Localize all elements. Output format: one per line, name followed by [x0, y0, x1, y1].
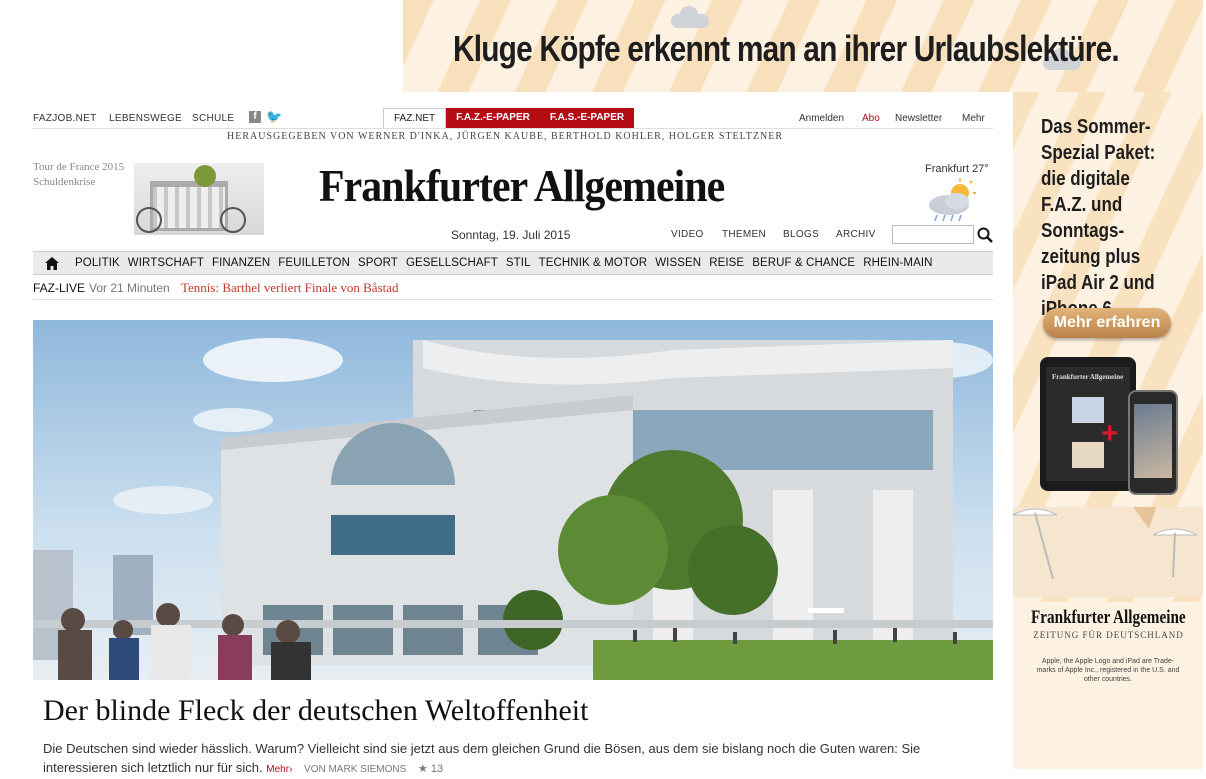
- ad-copy: Das Sommer-Spezial Paket: die digitale F…: [1041, 116, 1156, 320]
- live-headline-link[interactable]: Tennis: Barthel verliert Finale von Båst…: [181, 280, 399, 296]
- top-banner-ad[interactable]: Kluge Köpfe erkennt man an ihrer Urlaubs…: [403, 0, 1203, 92]
- edition-tabs: FAZ.NET F.A.Z.-E-PAPER F.A.S.-E-PAPER: [383, 108, 635, 128]
- ipad-image: Frankfurter Allgemeine: [1040, 357, 1136, 491]
- article-lead-text: Die Deutschen sind wieder hässlich. Waru…: [43, 741, 921, 775]
- teaser-tour-de-france[interactable]: Tour de France 2015: [33, 161, 124, 173]
- main-navigation: POLITIK WIRTSCHAFT FINANZEN FEUILLETON S…: [33, 251, 993, 275]
- link-archiv[interactable]: ARCHIV: [836, 229, 876, 240]
- cloud-icon: [671, 6, 709, 28]
- link-blogs[interactable]: BLOGS: [783, 229, 819, 240]
- banner-headline: Kluge Köpfe erkennt man an ihrer Urlaubs…: [453, 28, 1120, 69]
- facebook-icon[interactable]: f: [249, 111, 261, 123]
- tab-faz-net[interactable]: FAZ.NET: [383, 108, 447, 128]
- nav-stil[interactable]: STIL: [502, 257, 535, 269]
- tab-faz-epaper[interactable]: F.A.Z.-E-PAPER: [446, 108, 540, 128]
- ticker-divider: [33, 299, 993, 300]
- nav-feuilleton[interactable]: FEUILLETON: [274, 257, 354, 269]
- article-headline[interactable]: Der blinde Fleck der deutschen Weltoffen…: [43, 694, 588, 728]
- nav-technik-motor[interactable]: TECHNIK & MOTOR: [535, 257, 652, 269]
- link-schule[interactable]: SCHULE: [192, 113, 234, 124]
- link-video[interactable]: VIDEO: [671, 229, 704, 240]
- header-divider: [33, 128, 993, 129]
- right-skyscraper-ad[interactable]: Das Sommer-Spezial Paket: die digitale F…: [1013, 92, 1203, 769]
- tab-fas-epaper[interactable]: F.A.S.-E-PAPER: [539, 108, 635, 128]
- nav-sport[interactable]: SPORT: [354, 257, 402, 269]
- live-time: Vor 21 Minuten: [89, 281, 170, 295]
- sun-cloud-rain-icon: [929, 179, 976, 222]
- beach-illustration: [1013, 505, 1203, 597]
- date-label: Sonntag, 19. Juli 2015: [451, 228, 571, 242]
- read-more-link[interactable]: Mehr›: [266, 764, 292, 775]
- nav-finanzen[interactable]: FINANZEN: [208, 257, 274, 269]
- weather-label[interactable]: Frankfurt 27°: [925, 163, 989, 175]
- search-input[interactable]: [892, 225, 974, 244]
- twitter-icon[interactable]: 🐦: [266, 110, 282, 124]
- nav-beruf-chance[interactable]: BERUF & CHANCE: [748, 257, 859, 269]
- rating-count: ★ 13: [417, 763, 444, 775]
- nav-reise[interactable]: REISE: [705, 257, 748, 269]
- teaser-image[interactable]: [134, 163, 264, 235]
- masthead-logo[interactable]: Frankfurter Allgemeine: [319, 160, 725, 212]
- tablet-logo: Frankfurter Allgemeine: [1052, 373, 1124, 381]
- article-byline[interactable]: Von MARK SIEMONS: [304, 764, 406, 775]
- article-lead: Die Deutschen sind wieder hässlich. Waru…: [43, 739, 983, 779]
- mehr-link[interactable]: Mehr: [962, 113, 985, 124]
- nav-gesellschaft[interactable]: GESELLSCHAFT: [402, 257, 502, 269]
- search-icon[interactable]: [977, 227, 993, 243]
- teaser-schuldenkrise[interactable]: Schuldenkrise: [33, 176, 95, 188]
- publishers-line: HERAUSGEGEBEN VON WERNER D'INKA, JÜRGEN …: [227, 131, 784, 142]
- iphone-image: [1128, 390, 1178, 495]
- nav-politik[interactable]: POLITIK: [71, 257, 124, 269]
- ad-tagline: ZEITUNG FÜR DEUTSCHLAND: [1033, 630, 1184, 640]
- plus-icon: +: [1101, 417, 1119, 450]
- link-lebenswege[interactable]: LEBENSWEGE: [109, 113, 182, 124]
- mehr-erfahren-button[interactable]: Mehr erfahren: [1043, 308, 1171, 338]
- nav-wirtschaft[interactable]: WIRTSCHAFT: [124, 257, 208, 269]
- anmelden-link[interactable]: Anmelden: [799, 113, 844, 124]
- home-icon[interactable]: [33, 256, 71, 270]
- nav-wissen[interactable]: WISSEN: [651, 257, 705, 269]
- nav-rhein-main[interactable]: RHEIN-MAIN: [859, 257, 936, 269]
- live-label: FAZ-LIVE: [33, 281, 86, 295]
- faz-ad-logo: Frankfurter Allgemeine: [1031, 607, 1186, 628]
- ad-legal-text: Apple, the Apple Logo and iPad are Trade…: [1036, 658, 1180, 683]
- newsletter-link[interactable]: Newsletter: [895, 113, 942, 124]
- lead-article-photo[interactable]: [33, 320, 993, 680]
- abo-link[interactable]: Abo: [862, 113, 880, 124]
- link-fazjob[interactable]: FAZJOB.NET: [33, 113, 97, 124]
- link-themen[interactable]: THEMEN: [722, 229, 766, 240]
